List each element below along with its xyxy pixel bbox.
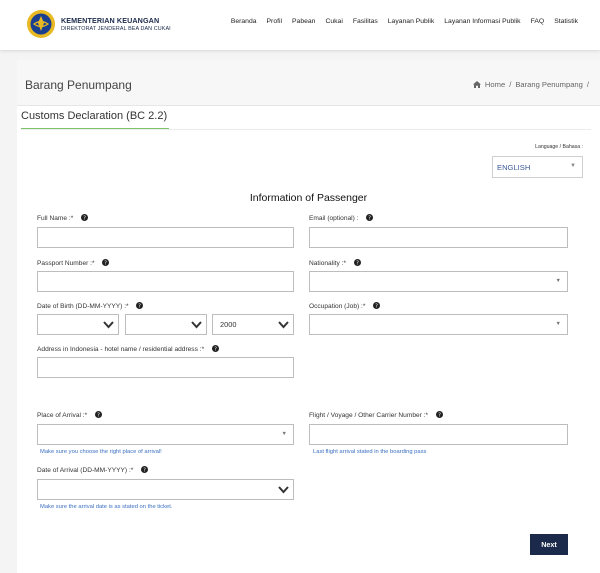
help-icon[interactable]: ? xyxy=(102,259,110,266)
occupation-label: Occupation (Job) :* ? xyxy=(309,302,381,310)
page-title: Barang Penumpang xyxy=(25,78,132,92)
help-icon[interactable]: ? xyxy=(81,214,89,221)
language-selected: ENGLISH xyxy=(497,163,531,172)
title-bar: Barang Penumpang Home / Barang Penumpang… xyxy=(17,60,600,106)
breadcrumb-home[interactable]: Home xyxy=(485,80,505,89)
caret-down-icon: ▼ xyxy=(570,163,576,169)
dob-day-select[interactable] xyxy=(37,314,119,335)
svg-text:?: ? xyxy=(214,346,217,352)
flight-label: Flight / Voyage / Other Carrier Number :… xyxy=(309,411,443,419)
full-name-label: Full Name :* ? xyxy=(37,214,89,222)
email-input[interactable] xyxy=(309,227,568,248)
dob-month-select[interactable] xyxy=(125,314,207,335)
help-icon[interactable]: ? xyxy=(366,214,374,221)
nav-profil[interactable]: Profil xyxy=(267,18,283,25)
arrival-place-select[interactable]: ▼ xyxy=(37,424,294,445)
svg-text:?: ? xyxy=(368,215,371,221)
dob-year-select[interactable]: 2000 xyxy=(212,314,294,335)
help-icon[interactable]: ? xyxy=(136,302,144,309)
flight-input[interactable] xyxy=(309,424,568,445)
arrival-date-hint: Make sure the arrival date is as stated … xyxy=(40,504,173,510)
nav-layanan-publik[interactable]: Layanan Publik xyxy=(388,18,434,25)
arrival-place-label-text: Place of Arrival :* xyxy=(37,412,88,419)
svg-text:?: ? xyxy=(139,303,142,309)
help-icon[interactable]: ? xyxy=(211,345,219,352)
brand-line1: KEMENTERIAN KEUANGAN xyxy=(61,16,160,25)
address-label: Address in Indonesia - hotel name / resi… xyxy=(37,345,219,353)
svg-text:?: ? xyxy=(97,412,100,418)
email-label: Email (optional) : ? xyxy=(309,214,374,222)
help-icon[interactable]: ? xyxy=(373,302,381,309)
nationality-label: Nationality :* ? xyxy=(309,259,361,267)
nav-faq[interactable]: FAQ xyxy=(531,18,545,25)
language-select[interactable]: ENGLISH ▼ xyxy=(492,156,583,178)
svg-text:?: ? xyxy=(83,215,86,221)
caret-down-icon: ▼ xyxy=(555,321,561,327)
chevron-down-icon xyxy=(278,321,289,329)
full-name-input[interactable] xyxy=(37,227,294,248)
nav-fasilitas[interactable]: Fasilitas xyxy=(353,18,378,25)
nav-beranda[interactable]: Beranda xyxy=(231,18,257,25)
arrival-date-label-text: Date of Arrival (DD-MM-YYYY) :* xyxy=(37,467,134,474)
tab-customs-declaration[interactable]: Customs Declaration (BC 2.2) xyxy=(21,110,169,130)
nav-layanan-informasi-publik[interactable]: Layanan Informasi Publik xyxy=(444,18,520,25)
chevron-down-icon xyxy=(278,486,289,494)
nav-statistik[interactable]: Statistik xyxy=(554,18,578,25)
address-input[interactable] xyxy=(37,357,294,378)
breadcrumb-current: Barang Penumpang xyxy=(515,80,583,89)
brand-text: KEMENTERIAN KEUANGAN DIREKTORAT JENDERAL… xyxy=(61,16,171,32)
ministry-logo-icon[interactable] xyxy=(26,9,56,39)
occupation-select[interactable]: ▼ xyxy=(309,314,568,335)
full-name-label-text: Full Name :* xyxy=(37,215,74,222)
svg-text:?: ? xyxy=(356,260,359,266)
flight-hint: Last flight arrival stated in the boardi… xyxy=(313,449,427,455)
chevron-down-icon xyxy=(191,321,202,329)
svg-text:?: ? xyxy=(438,412,441,418)
breadcrumb-trail: / xyxy=(586,80,589,89)
help-icon[interactable]: ? xyxy=(141,466,149,473)
help-icon[interactable]: ? xyxy=(353,259,361,266)
breadcrumb: Home / Barang Penumpang / xyxy=(472,80,589,89)
next-button[interactable]: Next xyxy=(530,534,568,555)
arrival-place-label: Place of Arrival :* ? xyxy=(37,411,103,419)
language-label: Language / Bahasa : xyxy=(535,144,583,150)
svg-text:?: ? xyxy=(375,303,378,309)
occupation-label-text: Occupation (Job) :* xyxy=(309,303,366,310)
section-divider xyxy=(21,129,591,130)
arrival-date-select[interactable] xyxy=(37,479,294,500)
passport-label-text: Passport Number :* xyxy=(37,260,95,267)
dob-year-value: 2000 xyxy=(220,320,237,329)
nav-cukai[interactable]: Cukai xyxy=(325,18,342,25)
content-card: Barang Penumpang Home / Barang Penumpang… xyxy=(17,60,600,573)
arrival-place-hint: Make sure you choose the right place of … xyxy=(40,449,162,455)
dob-label: Date of Birth (DD-MM-YYYY) :* ? xyxy=(37,302,144,310)
caret-down-icon: ▼ xyxy=(555,278,561,284)
nationality-select[interactable]: ▼ xyxy=(309,271,568,292)
chevron-down-icon xyxy=(103,321,114,329)
home-icon xyxy=(472,81,481,88)
nav-pabean[interactable]: Pabean xyxy=(292,18,315,25)
caret-down-icon: ▼ xyxy=(281,431,287,437)
passport-input[interactable] xyxy=(37,271,294,292)
brand-line2: DIREKTORAT JENDERAL BEA DAN CUKAI xyxy=(61,26,171,32)
flight-label-text: Flight / Voyage / Other Carrier Number :… xyxy=(309,412,429,419)
dob-label-text: Date of Birth (DD-MM-YYYY) :* xyxy=(37,303,129,310)
form-heading: Information of Passenger xyxy=(249,192,368,204)
passport-label: Passport Number :* ? xyxy=(37,259,110,267)
nationality-label-text: Nationality :* xyxy=(309,260,347,267)
arrival-date-label: Date of Arrival (DD-MM-YYYY) :* ? xyxy=(37,466,149,474)
svg-text:?: ? xyxy=(104,260,107,266)
help-icon[interactable]: ? xyxy=(95,411,103,418)
email-label-text: Email (optional) : xyxy=(309,215,359,222)
breadcrumb-separator: / xyxy=(509,80,512,89)
address-label-text: Address in Indonesia - hotel name / resi… xyxy=(37,346,205,353)
top-navbar: KEMENTERIAN KEUANGAN DIREKTORAT JENDERAL… xyxy=(0,0,600,50)
help-icon[interactable]: ? xyxy=(435,411,443,418)
main-nav: Beranda Profil Pabean Cukai Fasilitas La… xyxy=(231,18,578,25)
svg-text:?: ? xyxy=(143,467,146,473)
